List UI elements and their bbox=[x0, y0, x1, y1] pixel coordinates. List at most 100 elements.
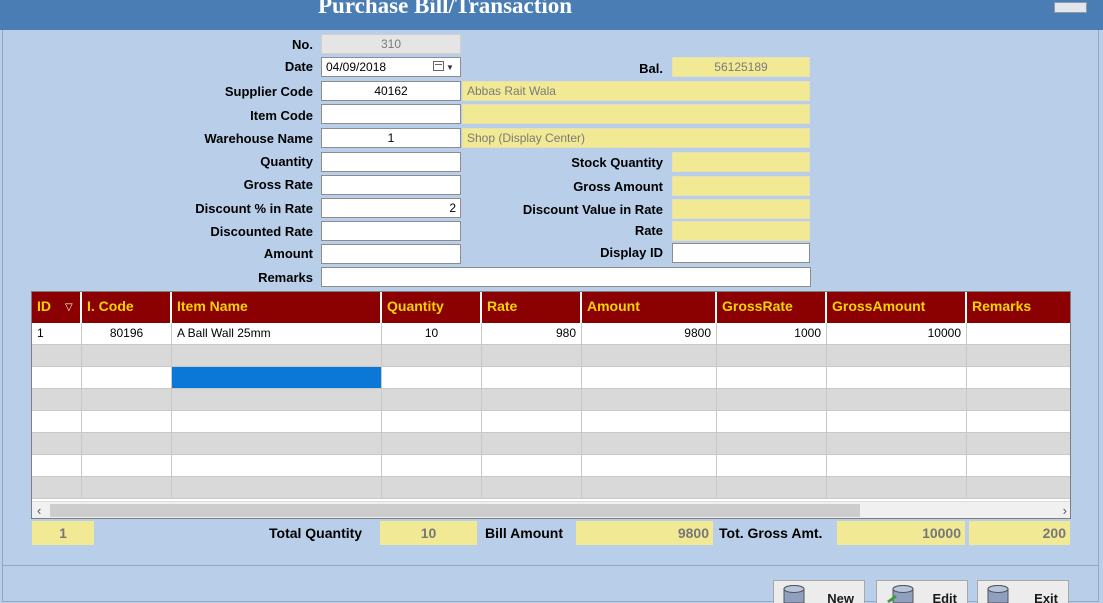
cell-quantity[interactable] bbox=[382, 477, 482, 499]
item-code-input[interactable] bbox=[321, 104, 461, 124]
table-row[interactable] bbox=[32, 455, 1070, 477]
cell-remarks[interactable] bbox=[967, 345, 1070, 367]
cell-remarks[interactable] bbox=[967, 323, 1070, 345]
column-header-id[interactable]: ID ▽ bbox=[32, 292, 82, 323]
cell-grossamount[interactable] bbox=[827, 477, 967, 499]
cell-grossrate[interactable] bbox=[717, 455, 827, 477]
selected-cell[interactable] bbox=[172, 367, 382, 389]
cell-id[interactable] bbox=[32, 345, 82, 367]
cell-grossamount[interactable] bbox=[827, 411, 967, 433]
cell-amount[interactable]: 9800 bbox=[582, 323, 717, 345]
cell-id[interactable] bbox=[32, 477, 82, 499]
column-header-grossrate[interactable]: GrossRate bbox=[717, 292, 827, 323]
table-row[interactable] bbox=[32, 477, 1070, 499]
cell-remarks[interactable] bbox=[967, 477, 1070, 499]
column-header-item-name[interactable]: Item Name bbox=[172, 292, 382, 323]
cell-remarks[interactable] bbox=[967, 455, 1070, 477]
column-header-remarks[interactable]: Remarks bbox=[967, 292, 1070, 323]
cell-remarks[interactable] bbox=[967, 411, 1070, 433]
discount-pct-input[interactable]: 2 bbox=[321, 198, 461, 218]
cell-item-name[interactable] bbox=[172, 389, 382, 411]
cell-quantity[interactable] bbox=[382, 367, 482, 389]
cell-rate[interactable] bbox=[482, 345, 582, 367]
cell-grossamount[interactable]: 10000 bbox=[827, 323, 967, 345]
cell-amount[interactable] bbox=[582, 411, 717, 433]
cell-grossrate[interactable] bbox=[717, 411, 827, 433]
cell-remarks[interactable] bbox=[967, 433, 1070, 455]
cell-rate[interactable]: 980 bbox=[482, 323, 582, 345]
cell-quantity[interactable] bbox=[382, 389, 482, 411]
cell-icode[interactable] bbox=[82, 367, 172, 389]
items-grid[interactable]: ID ▽ I. Code Item Name Quantity Rate Amo… bbox=[31, 291, 1071, 519]
column-header-amount[interactable]: Amount bbox=[582, 292, 717, 323]
cell-item-name[interactable] bbox=[172, 477, 382, 499]
cell-rate[interactable] bbox=[482, 389, 582, 411]
cell-id[interactable] bbox=[32, 455, 82, 477]
cell-grossrate[interactable]: 1000 bbox=[717, 323, 827, 345]
cell-icode[interactable] bbox=[82, 389, 172, 411]
horizontal-scrollbar[interactable]: ‹ › bbox=[32, 501, 1070, 518]
cell-icode[interactable]: 80196 bbox=[82, 323, 172, 345]
scroll-left-icon[interactable]: ‹ bbox=[37, 502, 41, 518]
minimize-button[interactable] bbox=[1054, 2, 1087, 13]
cell-grossrate[interactable] bbox=[717, 477, 827, 499]
cell-item-name[interactable] bbox=[172, 411, 382, 433]
cell-amount[interactable] bbox=[582, 477, 717, 499]
cell-quantity[interactable] bbox=[382, 433, 482, 455]
table-row[interactable] bbox=[32, 411, 1070, 433]
quantity-input[interactable] bbox=[321, 152, 461, 172]
table-row[interactable] bbox=[32, 433, 1070, 455]
cell-item-name[interactable] bbox=[172, 455, 382, 477]
cell-icode[interactable] bbox=[82, 477, 172, 499]
table-row[interactable]: 1 80196 A Ball Wall 25mm 10 980 9800 100… bbox=[32, 323, 1070, 345]
cell-amount[interactable] bbox=[582, 345, 717, 367]
cell-quantity[interactable] bbox=[382, 455, 482, 477]
supplier-code-input[interactable]: 40162 bbox=[321, 81, 461, 101]
edit-button[interactable]: Edit bbox=[876, 580, 968, 603]
cell-item-name[interactable]: A Ball Wall 25mm bbox=[172, 323, 382, 345]
display-id-input[interactable] bbox=[672, 243, 810, 263]
scroll-right-icon[interactable]: › bbox=[1063, 502, 1067, 518]
cell-quantity[interactable]: 10 bbox=[382, 323, 482, 345]
cell-amount[interactable] bbox=[582, 389, 717, 411]
cell-rate[interactable] bbox=[482, 411, 582, 433]
chevron-down-icon[interactable]: ▼ bbox=[446, 63, 454, 72]
table-row[interactable] bbox=[32, 345, 1070, 367]
cell-quantity[interactable] bbox=[382, 411, 482, 433]
cell-id[interactable] bbox=[32, 389, 82, 411]
cell-rate[interactable] bbox=[482, 433, 582, 455]
cell-quantity[interactable] bbox=[382, 345, 482, 367]
cell-id[interactable] bbox=[32, 433, 82, 455]
cell-grossamount[interactable] bbox=[827, 433, 967, 455]
cell-grossrate[interactable] bbox=[717, 367, 827, 389]
table-row[interactable] bbox=[32, 367, 1070, 389]
table-row[interactable] bbox=[32, 389, 1070, 411]
cell-id[interactable] bbox=[32, 367, 82, 389]
remarks-input[interactable] bbox=[321, 267, 811, 287]
scrollbar-thumb[interactable] bbox=[50, 504, 860, 517]
column-header-rate[interactable]: Rate bbox=[482, 292, 582, 323]
cell-icode[interactable] bbox=[82, 433, 172, 455]
column-header-quantity[interactable]: Quantity bbox=[382, 292, 482, 323]
gross-rate-input[interactable] bbox=[321, 175, 461, 195]
cell-amount[interactable] bbox=[582, 455, 717, 477]
exit-button[interactable]: Exit bbox=[977, 580, 1069, 603]
cell-grossrate[interactable] bbox=[717, 433, 827, 455]
cell-icode[interactable] bbox=[82, 411, 172, 433]
cell-grossamount[interactable] bbox=[827, 389, 967, 411]
cell-rate[interactable] bbox=[482, 367, 582, 389]
cell-item-name[interactable] bbox=[172, 433, 382, 455]
cell-grossamount[interactable] bbox=[827, 455, 967, 477]
cell-id[interactable]: 1 bbox=[32, 323, 82, 345]
discounted-rate-input[interactable] bbox=[321, 221, 461, 241]
cell-grossrate[interactable] bbox=[717, 345, 827, 367]
cell-item-name[interactable] bbox=[172, 345, 382, 367]
column-header-icode[interactable]: I. Code bbox=[82, 292, 172, 323]
warehouse-input[interactable]: 1 bbox=[321, 128, 461, 148]
cell-icode[interactable] bbox=[82, 345, 172, 367]
cell-remarks[interactable] bbox=[967, 389, 1070, 411]
cell-amount[interactable] bbox=[582, 367, 717, 389]
column-header-grossamount[interactable]: GrossAmount bbox=[827, 292, 967, 323]
cell-icode[interactable] bbox=[82, 455, 172, 477]
cell-grossamount[interactable] bbox=[827, 367, 967, 389]
